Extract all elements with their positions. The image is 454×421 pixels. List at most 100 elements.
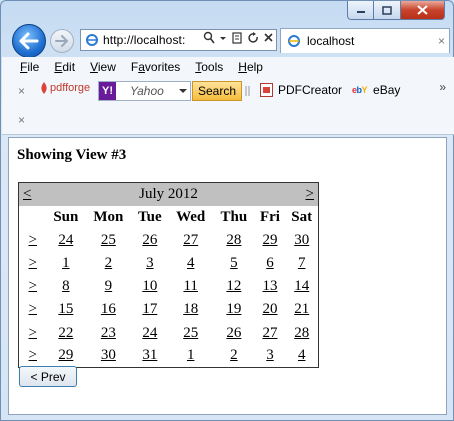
window-caption-buttons — [347, 1, 445, 20]
week-selector-link[interactable]: > — [29, 325, 37, 341]
menu-view-accel: V — [90, 60, 98, 74]
calendar-day-link[interactable]: 11 — [183, 278, 197, 294]
yahoo-search-input[interactable]: Y! Yahoo — [98, 81, 191, 101]
calendar-day-cell: 1 — [168, 345, 213, 368]
calendar-day-link[interactable]: 30 — [101, 347, 116, 363]
week-selector-link[interactable]: > — [29, 232, 37, 248]
close-window-button[interactable] — [401, 1, 445, 20]
menu-view[interactable]: View — [90, 60, 116, 74]
calendar-day-link[interactable]: 25 — [101, 232, 116, 248]
calendar-day-link[interactable]: 31 — [142, 347, 157, 363]
calendar-day-link[interactable]: 4 — [187, 255, 195, 271]
calendar-day-cell: 28 — [285, 321, 318, 344]
week-selector-link[interactable]: > — [29, 255, 37, 271]
calendar-day-link[interactable]: 23 — [101, 325, 116, 341]
calendar-day-link[interactable]: 5 — [230, 255, 238, 271]
dropdown-arrow-icon[interactable] — [219, 31, 227, 45]
refresh-icon[interactable] — [247, 31, 259, 45]
calendar-day-cell: 29 — [47, 345, 86, 368]
menu-edit[interactable]: Edit — [54, 60, 75, 74]
calendar-day-link[interactable]: 18 — [183, 301, 198, 317]
maximize-button[interactable] — [374, 1, 401, 20]
stop-icon[interactable] — [263, 31, 274, 45]
calendar-day-link[interactable]: 17 — [142, 301, 157, 317]
calendar-day-link[interactable]: 24 — [58, 232, 73, 248]
calendar-day-link[interactable]: 2 — [105, 255, 113, 271]
chevron-down-icon[interactable] — [179, 84, 187, 98]
calendar-day-link[interactable]: 28 — [294, 325, 309, 341]
search-icon[interactable] — [203, 31, 215, 45]
prev-month-link[interactable]: < — [23, 186, 31, 203]
calendar-day-link[interactable]: 21 — [294, 301, 309, 317]
calendar-day-link[interactable]: 26 — [142, 232, 157, 248]
toolbar2-close-icon[interactable]: × — [18, 113, 25, 127]
toolbar-grip-icon[interactable] — [245, 85, 251, 97]
calendar-day-link[interactable]: 15 — [58, 301, 73, 317]
compatibility-view-icon[interactable] — [231, 31, 243, 45]
calendar-day-link[interactable]: 2 — [230, 347, 238, 363]
calendar-day-link[interactable]: 22 — [58, 325, 73, 341]
calendar-day-cell: 24 — [132, 321, 169, 344]
week-selector-link[interactable]: > — [29, 347, 37, 363]
calendar-day-link[interactable]: 19 — [226, 301, 241, 317]
calendar-day-link[interactable]: 25 — [183, 325, 198, 341]
menu-view-rest: iew — [97, 60, 116, 74]
menu-file[interactable]: File — [20, 60, 39, 74]
menu-favorites[interactable]: Favorites — [131, 60, 180, 74]
calendar-day-link[interactable]: 9 — [105, 278, 113, 294]
menu-tools[interactable]: Tools — [195, 60, 223, 74]
toolbar-overflow-icon[interactable]: » — [439, 80, 446, 94]
links-toolbar: × pdfforge Y! Yahoo Search PDFCreator eb… — [2, 77, 454, 105]
address-bar[interactable]: http://localhost: — [80, 29, 277, 51]
toolbar-close-icon[interactable]: × — [18, 84, 25, 98]
calendar-day-link[interactable]: 4 — [298, 347, 306, 363]
back-button[interactable] — [12, 24, 46, 58]
calendar-day-link[interactable]: 10 — [142, 278, 157, 294]
week-selector-link[interactable]: > — [29, 301, 37, 317]
yahoo-search-button[interactable]: Search — [192, 81, 242, 101]
minimize-button[interactable] — [347, 1, 374, 20]
calendar-day-link[interactable]: 26 — [226, 325, 241, 341]
calendar-day-link[interactable]: 20 — [262, 301, 277, 317]
calendar-day-cell: 2 — [85, 252, 131, 275]
calendar-day-link[interactable]: 1 — [62, 255, 70, 271]
calendar-day-cell: 8 — [47, 275, 86, 298]
forward-button[interactable] — [50, 29, 74, 53]
calendar-day-link[interactable]: 16 — [101, 301, 116, 317]
pdfforge-logo[interactable]: pdfforge — [38, 81, 90, 95]
calendar-day-link[interactable]: 6 — [266, 255, 274, 271]
yahoo-logo: Y! — [99, 82, 116, 100]
month-title: July 2012 — [139, 185, 198, 202]
ebay-link[interactable]: ebY eBay — [352, 83, 400, 97]
pdfcreator-button[interactable]: PDFCreator — [260, 83, 342, 97]
calendar-day-link[interactable]: 29 — [262, 232, 277, 248]
calendar-week-row: >15 16 17 18 19 20 21 — [19, 298, 319, 321]
next-month-link[interactable]: > — [306, 186, 314, 203]
calendar-day-link[interactable]: 27 — [183, 232, 198, 248]
close-icon — [417, 5, 428, 15]
calendar-day-link[interactable]: 13 — [262, 278, 277, 294]
calendar-weeks: >24 25 26 27 28 29 30 >1 2 3 4 5 6 7 >8 9 10 11 12 13 14 >15 1… — [19, 229, 319, 368]
menu-help[interactable]: Help — [238, 60, 263, 74]
calendar-day-link[interactable]: 29 — [58, 347, 73, 363]
calendar-day-cell: 21 — [285, 298, 318, 321]
page-content: Showing View #3 < July 2012 > Sun Mon Tu… — [8, 137, 447, 415]
calendar-day-link[interactable]: 3 — [266, 347, 274, 363]
tab-close-icon[interactable]: × — [438, 34, 445, 48]
week-selector-link[interactable]: > — [29, 278, 37, 294]
calendar-day-link[interactable]: 28 — [226, 232, 241, 248]
calendar-day-link[interactable]: 3 — [146, 255, 154, 271]
calendar-day-link[interactable]: 24 — [142, 325, 157, 341]
calendar-day-link[interactable]: 1 — [187, 347, 195, 363]
weekday-header-row: Sun Mon Tue Wed Thu Fri Sat — [19, 206, 319, 229]
calendar-day-link[interactable]: 27 — [262, 325, 277, 341]
calendar-day-link[interactable]: 14 — [294, 278, 309, 294]
calendar-day-cell: 5 — [213, 252, 254, 275]
calendar-day-link[interactable]: 12 — [226, 278, 241, 294]
calendar-day-link[interactable]: 8 — [62, 278, 70, 294]
calendar-day-link[interactable]: 30 — [294, 232, 309, 248]
prev-button[interactable]: < Prev — [19, 366, 77, 387]
calendar-day-cell: 16 — [85, 298, 131, 321]
tab-localhost[interactable]: localhost × — [280, 28, 450, 53]
calendar-day-link[interactable]: 7 — [298, 255, 306, 271]
